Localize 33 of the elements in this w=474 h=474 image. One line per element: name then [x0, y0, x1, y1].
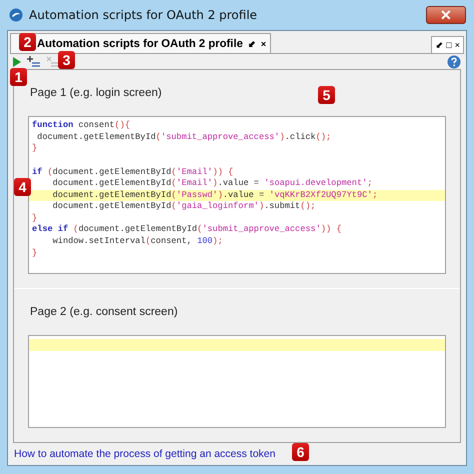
help-icon[interactable] [447, 54, 461, 69]
tab-pin-button[interactable]: ⬋ [248, 38, 256, 48]
page-label: Page 2 (e.g. consent screen) [29, 305, 178, 320]
close-panel-button[interactable]: × [454, 40, 460, 50]
close-button[interactable]: ✕ [426, 6, 466, 24]
tab-label: Automation scripts for OAuth 2 profile [37, 38, 243, 50]
code-line: } [31, 143, 38, 155]
help-link[interactable]: How to automate the process of getting an access token [14, 448, 276, 460]
app-logo-icon [9, 8, 23, 22]
code-line: else if (document.getElementById('submit_approve_access')) { [31, 224, 342, 236]
code-line: if (document.getElementById('Email')) { [31, 166, 234, 178]
code-editor[interactable] [28, 116, 446, 274]
callout-number: 3 [58, 51, 75, 69]
callout-number: 1 [10, 68, 27, 86]
window-title: Automation scripts for OAuth 2 profile [29, 8, 258, 22]
code-line: document.getElementById('Email').value = 'soapui.development'; [52, 178, 374, 190]
code-editor[interactable] [28, 335, 446, 428]
code-line: } [31, 248, 38, 260]
code-line: document.getElementById('gaia_loginform').submit(); [52, 201, 317, 213]
code-line: window.setInterval(consent, 100); [52, 236, 224, 248]
tab-close-button[interactable]: × [260, 38, 266, 48]
callout-number: 4 [14, 178, 31, 196]
page-label: Page 1 (e.g. login screen) [29, 86, 162, 102]
code-line: document.getElementById('submit_approve_access').click(); [36, 132, 332, 144]
add-line-icon[interactable] [27, 56, 40, 68]
callout-number: 2 [19, 33, 36, 51]
pin-button[interactable]: ⬋ [435, 40, 444, 50]
code-line: } [31, 212, 38, 224]
run-icon[interactable] [13, 56, 21, 67]
callout-number: 6 [292, 443, 309, 461]
maximize-button[interactable]: □ [446, 40, 452, 50]
code-line: function consent(){ [31, 120, 132, 132]
callout-number: 5 [318, 86, 335, 104]
